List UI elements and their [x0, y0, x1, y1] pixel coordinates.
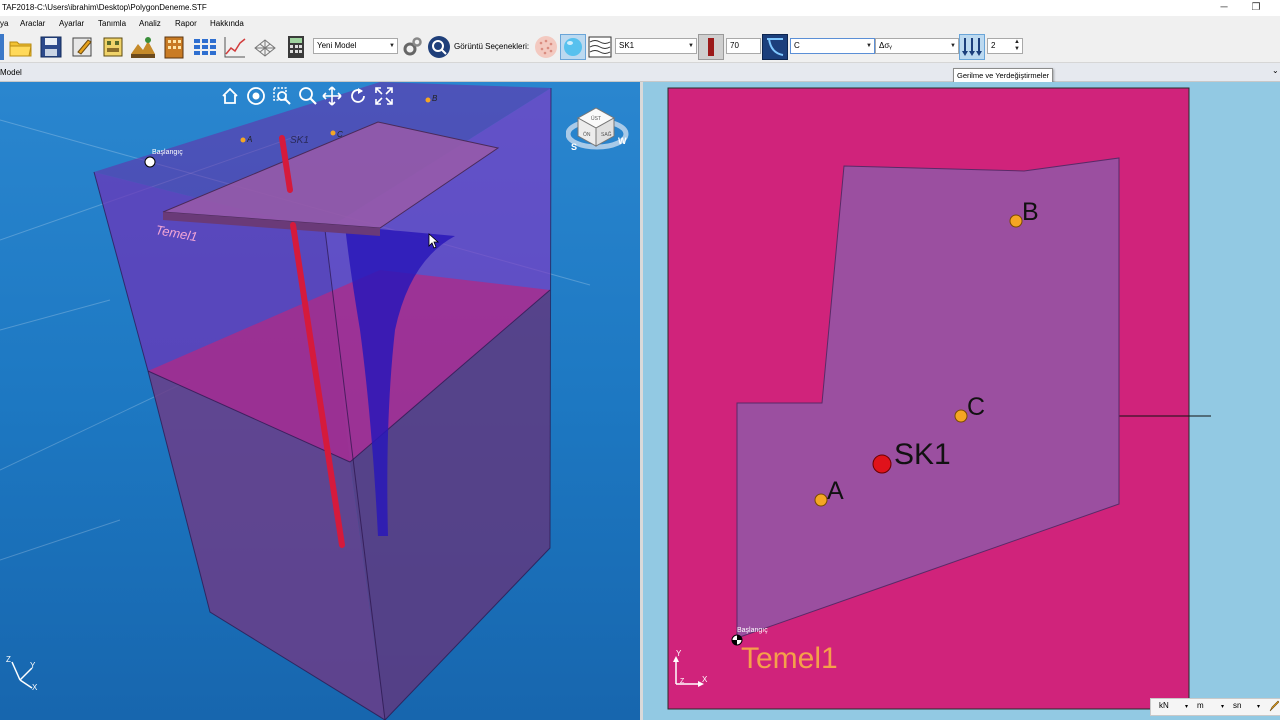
- calculator-icon[interactable]: [283, 34, 309, 60]
- stress-curve-icon[interactable]: [762, 34, 788, 60]
- layers-icon[interactable]: [587, 34, 613, 60]
- save-icon[interactable]: [38, 34, 64, 60]
- cube-face-top: ÜST: [591, 115, 601, 122]
- compass-s: S: [571, 142, 577, 152]
- view-cube[interactable]: ÜST ÖN SAĞ S W: [566, 96, 632, 156]
- chart-icon[interactable]: [222, 34, 248, 60]
- depth-value: 70: [730, 41, 739, 50]
- borehole-combo[interactable]: SK1 ▼: [615, 38, 697, 54]
- view-options-label: Görüntü Seçenekleri:: [454, 42, 530, 51]
- load-arrows-icon[interactable]: [959, 34, 985, 60]
- chevron-down-icon: ▼: [688, 43, 694, 49]
- terrain-icon[interactable]: [130, 34, 156, 60]
- building-grid-icon[interactable]: [161, 34, 187, 60]
- length-unit-select[interactable]: m: [1197, 701, 1204, 710]
- 2d-borehole-label: SK1: [894, 438, 951, 471]
- home-icon[interactable]: [220, 86, 240, 106]
- mouse-cursor-icon: [428, 233, 440, 249]
- compass-w: W: [618, 136, 627, 146]
- 2d-foundation-label: Temel1: [741, 642, 838, 675]
- 3d-axis-z: Z: [6, 655, 11, 664]
- stress-combo-value: Δσᵧ: [879, 41, 892, 50]
- 2d-point-label-a: A: [827, 477, 844, 505]
- 2d-point-label-c: C: [967, 393, 985, 421]
- toolbar-edge-icon: [0, 34, 4, 60]
- zoom-window-icon[interactable]: [272, 86, 292, 106]
- count-stepper[interactable]: 2 ▲ ▼: [987, 38, 1023, 54]
- 3d-scene[interactable]: Temel1 Başlangıç SK1 A C B Z Y X: [0, 82, 640, 720]
- minimize-button[interactable]: ─: [1213, 1, 1235, 15]
- menu-tools[interactable]: Araclar: [20, 19, 45, 28]
- fit-icon[interactable]: [374, 86, 394, 106]
- menu-analysis[interactable]: Analiz: [139, 19, 161, 28]
- model-combo[interactable]: Yeni Model ▼: [313, 38, 398, 54]
- zoom-icon[interactable]: [298, 86, 318, 106]
- sphere-icon[interactable]: [560, 34, 586, 60]
- title-bar: TAF2018-C:\Users\ibrahim\Desktop\Polygon…: [0, 0, 1280, 16]
- 2d-origin-label: Başlangıç: [737, 627, 768, 634]
- rotate-icon[interactable]: [348, 86, 368, 106]
- menu-settings[interactable]: Ayarlar: [59, 19, 84, 28]
- chevron-down-icon: ▼: [950, 43, 956, 49]
- chevron-down-icon[interactable]: ▾: [1221, 703, 1224, 710]
- depth-input[interactable]: 70: [726, 38, 761, 54]
- 2d-plan-viewport[interactable]: B C A SK1 Temel1 Başlangıç Y X Z: [643, 82, 1280, 720]
- chevron-down-icon[interactable]: ⌄: [1272, 66, 1279, 75]
- 2d-axis-y: Y: [676, 649, 682, 658]
- chevron-down-icon: ▼: [389, 43, 395, 49]
- force-unit-select[interactable]: kN: [1159, 701, 1169, 710]
- 3d-axis-y: Y: [30, 661, 36, 670]
- view-tab-bar: Model Gerilme ve Yerdeğiştirmeler ⌄: [0, 63, 1280, 83]
- cube-face-front: ÖN: [583, 131, 591, 138]
- chevron-down-icon[interactable]: ▾: [1257, 703, 1260, 710]
- edit-icon[interactable]: [70, 34, 96, 60]
- 3d-point-label-b: B: [432, 94, 438, 103]
- count-value: 2: [991, 41, 996, 50]
- folder-open-icon[interactable]: [8, 34, 34, 60]
- menu-file[interactable]: ya: [0, 19, 8, 28]
- stress-combo[interactable]: Δσᵧ ▼: [875, 38, 959, 54]
- 3d-origin-label: Başlangıç: [152, 149, 183, 156]
- time-unit-select[interactable]: sn: [1233, 701, 1241, 710]
- model-combo-value: Yeni Model: [317, 41, 357, 50]
- tab-model[interactable]: Model: [0, 68, 22, 77]
- 3d-point-label-c: C: [337, 130, 343, 139]
- tooltip: Gerilme ve Yerdeğiştirmeler: [953, 68, 1054, 83]
- 2d-plan[interactable]: B C A SK1 Temel1 Başlangıç Y X Z: [643, 82, 1280, 720]
- 3d-axis-x: X: [32, 683, 38, 692]
- borehole-icon[interactable]: [698, 34, 724, 60]
- point-combo[interactable]: C ▼: [790, 38, 875, 54]
- 2d-axis-z: Z: [680, 678, 685, 685]
- chevron-down-icon: ▼: [866, 43, 872, 49]
- pan-icon[interactable]: [322, 86, 342, 106]
- orbit-icon[interactable]: [246, 86, 266, 106]
- chevron-down-icon[interactable]: ▾: [1185, 703, 1188, 710]
- 3d-viewport[interactable]: Temel1 Başlangıç SK1 A C B Z Y X ÜST ÖN …: [0, 82, 640, 720]
- menu-bar: ya Araclar Ayarlar Tanımla Analiz Rapor …: [0, 16, 1280, 32]
- point-combo-value: C: [794, 41, 800, 50]
- menu-about[interactable]: Hakkında: [210, 19, 244, 28]
- stepper-arrows-icon[interactable]: ▲ ▼: [1013, 39, 1021, 53]
- building-icon[interactable]: [100, 34, 126, 60]
- menu-define[interactable]: Tanımla: [98, 19, 126, 28]
- unit-selector-bar: kN ▾ m ▾ sn ▾: [1150, 698, 1280, 716]
- restore-button[interactable]: ❐: [1245, 1, 1267, 15]
- toolbar: Yeni Model ▼ Görüntü Seçenekleri: SK1 ▼ …: [0, 32, 1280, 63]
- 2d-point-label-b: B: [1022, 198, 1039, 226]
- settings-icon[interactable]: [400, 34, 426, 60]
- 3d-point-label-a: A: [246, 135, 252, 144]
- 3d-borehole-label: SK1: [290, 135, 309, 146]
- mesh-icon[interactable]: [252, 34, 278, 60]
- search-icon[interactable]: [426, 34, 452, 60]
- menu-report[interactable]: Rapor: [175, 19, 197, 28]
- cube-face-right: SAĞ: [601, 131, 612, 138]
- window-title: TAF2018-C:\Users\ibrahim\Desktop\Polygon…: [2, 3, 207, 12]
- grid-table-icon[interactable]: [192, 34, 218, 60]
- 2d-axis-x: X: [702, 675, 708, 684]
- pencil-icon[interactable]: [1269, 700, 1280, 714]
- texture-icon[interactable]: [533, 34, 559, 60]
- borehole-combo-value: SK1: [619, 41, 635, 50]
